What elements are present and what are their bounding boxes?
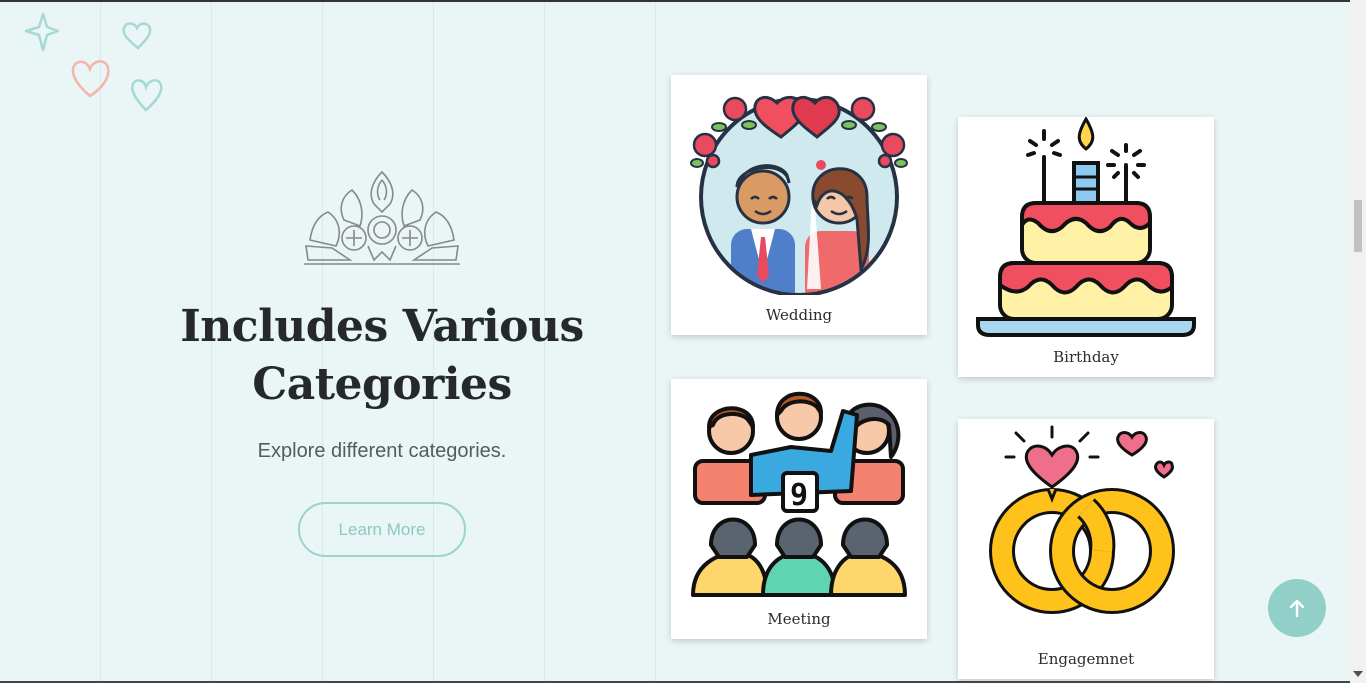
title-line-1: Includes Various	[180, 301, 584, 352]
arrow-up-icon	[1289, 599, 1305, 618]
mandala-ornament	[304, 170, 460, 265]
subtitle: Explore different categories.	[257, 440, 507, 462]
scrollbar-thumb[interactable]	[1354, 200, 1362, 252]
birthday-cake-icon	[976, 117, 1196, 337]
svg-text:9: 9	[790, 478, 808, 513]
engagement-rings-icon	[989, 425, 1175, 614]
meeting-people-icon: 9	[691, 391, 907, 597]
scroll-to-top-button[interactable]	[1268, 579, 1326, 637]
category-label-meeting: Meeting	[767, 610, 831, 628]
category-label-wedding: Wedding	[765, 306, 833, 324]
page-title: Includes Various Categories	[150, 298, 614, 414]
category-label-birthday: Birthday	[1053, 348, 1119, 366]
wedding-couple-icon	[690, 95, 908, 295]
learn-more-button[interactable]: Learn More	[298, 502, 466, 557]
scroll-down-arrow-icon[interactable]	[1353, 671, 1363, 677]
category-card-birthday[interactable]: Birthday	[958, 117, 1214, 377]
scrollbar[interactable]	[1350, 0, 1366, 683]
decorative-doodles	[24, 12, 163, 112]
title-line-2: Categories	[252, 359, 512, 410]
category-card-meeting[interactable]: 9 Meeting	[671, 379, 927, 639]
category-card-wedding[interactable]: Wedding	[671, 75, 927, 335]
category-label-engagement: Engagemnet	[1037, 650, 1135, 668]
category-card-engagement[interactable]: Engagemnet	[958, 419, 1214, 679]
